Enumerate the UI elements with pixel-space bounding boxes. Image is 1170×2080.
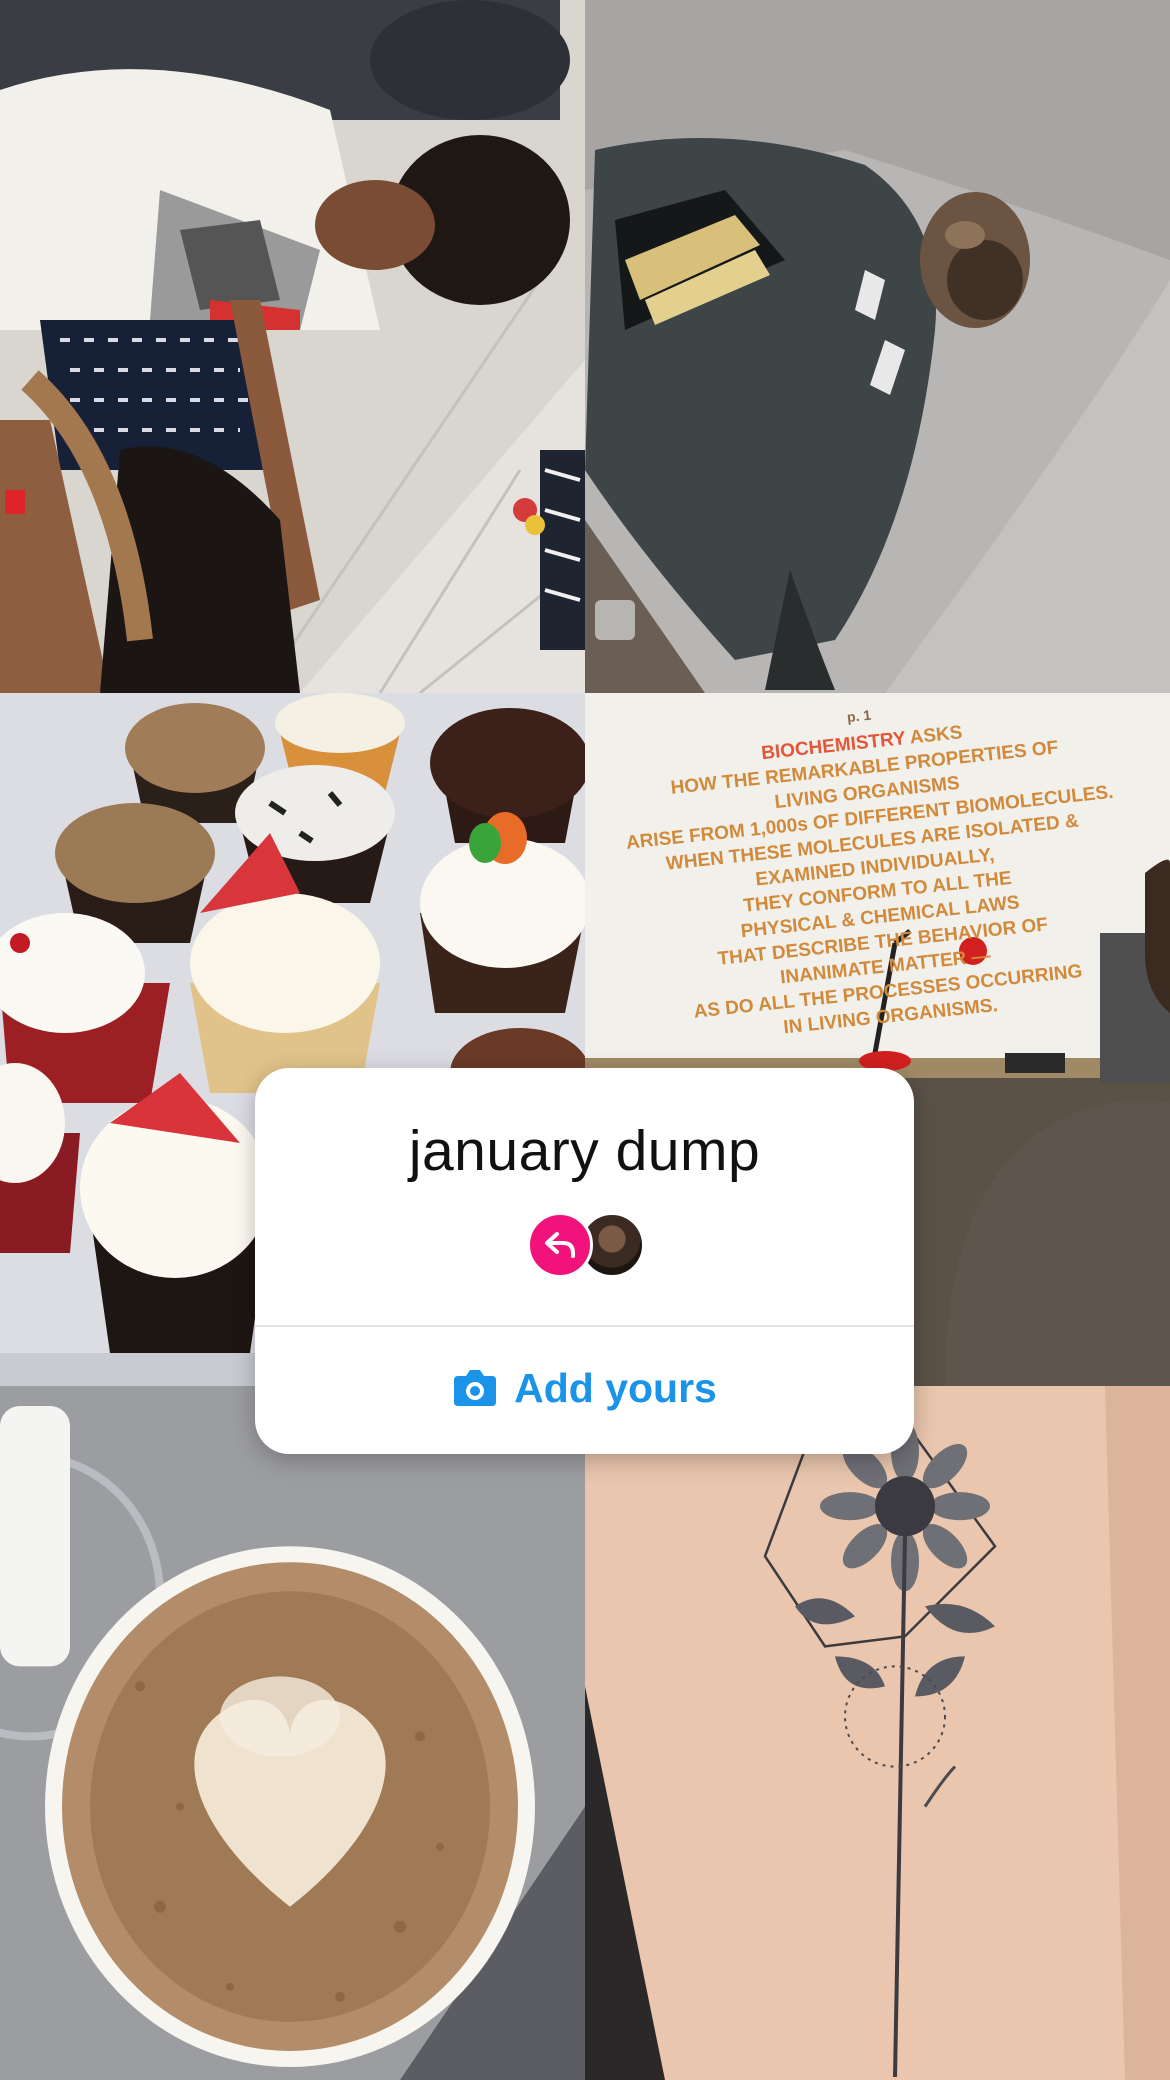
add-yours-sticker[interactable]: january dump Add yours: [255, 1068, 914, 1454]
reply-arrow-icon: [527, 1212, 593, 1278]
sticker-title: january dump: [408, 1119, 761, 1183]
photo-latte: [0, 1386, 585, 2080]
add-yours-button[interactable]: Add yours: [255, 1358, 914, 1418]
photo-sunflower-tattoo: [585, 1386, 1170, 2080]
story-collage: p. 1 BIOCHEMISTRY ASKS HOW THE REMARKABL…: [0, 0, 1170, 2080]
sticker-divider: [255, 1325, 914, 1327]
photo-man-with-dog: [0, 0, 585, 693]
camera-icon: [454, 1370, 497, 1406]
add-yours-label: Add yours: [514, 1364, 717, 1411]
slide-text: p. 1 BIOCHEMISTRY ASKS HOW THE REMARKABL…: [589, 693, 1161, 1060]
photo-dog-on-couch: [585, 0, 1170, 693]
participant-avatars[interactable]: [527, 1212, 647, 1282]
